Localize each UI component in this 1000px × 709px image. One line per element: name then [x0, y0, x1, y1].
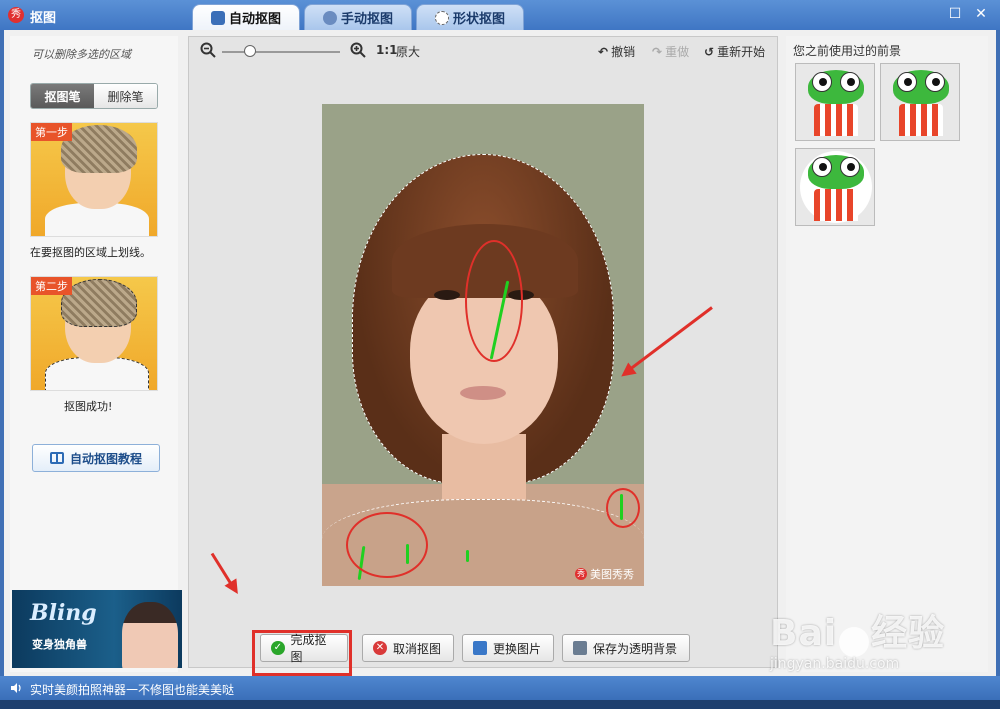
- zoom-out-icon[interactable]: [200, 42, 216, 58]
- frog-head: [808, 70, 864, 104]
- book-icon: [49, 452, 64, 464]
- redo-label: 重做: [665, 45, 690, 59]
- edit-photo[interactable]: 秀 美图秀秀: [322, 104, 644, 586]
- frog-eye: [812, 72, 832, 92]
- frog-head: [893, 70, 949, 104]
- paw-icon: [839, 626, 870, 657]
- step2-tag: 第二步: [31, 277, 72, 295]
- zoom-slider-track[interactable]: [222, 51, 340, 53]
- left-eye: [434, 290, 460, 300]
- redo-icon: ↷: [652, 44, 663, 59]
- photo-watermark: 秀 美图秀秀: [575, 566, 634, 582]
- frog-eye: [840, 157, 860, 177]
- cutout-pen-button[interactable]: 抠图笔: [31, 84, 94, 108]
- step1-tag: 第一步: [31, 123, 72, 141]
- status-bar: 实时美颜拍照神器一不修图也能美美哒: [0, 676, 1000, 700]
- frog-eye: [840, 72, 860, 92]
- replace-image-button[interactable]: 更换图片: [462, 634, 554, 662]
- tutorial-label: 自动抠图教程: [69, 451, 142, 466]
- gear-icon: [323, 10, 338, 25]
- baby-hat: [61, 279, 137, 327]
- frog-eye: [925, 72, 945, 92]
- status-promo-text[interactable]: 实时美颜拍照神器一不修图也能美美哒: [30, 681, 234, 698]
- redo-button[interactable]: ↷ 重做: [652, 43, 689, 60]
- original-size-label[interactable]: 原大: [396, 43, 420, 60]
- mode-tabs: 自动抠图 手动抠图 形状抠图: [192, 4, 525, 30]
- tab-label: 形状抠图: [453, 12, 506, 27]
- meitu-logo-icon: 秀: [575, 568, 587, 580]
- frog-head: [808, 155, 864, 189]
- zoom-slider-knob[interactable]: [244, 45, 256, 57]
- foreground-thumbnail[interactable]: [795, 148, 875, 226]
- step1-example-image: 第一步: [30, 122, 158, 237]
- window-titlebar: 秀 抠图 自动抠图 手动抠图 形状抠图 ☐ ✕: [0, 0, 1000, 30]
- watermark-text: 美图秀秀: [590, 568, 634, 581]
- speaker-icon[interactable]: [10, 682, 22, 694]
- save-transparent-label: 保存为透明背景: [593, 641, 678, 656]
- replace-label: 更换图片: [493, 641, 542, 656]
- frog-eye: [812, 157, 832, 177]
- tab-label: 自动抠图: [229, 12, 282, 27]
- step2-example-image: 第二步: [30, 276, 158, 391]
- delete-pen-button[interactable]: 删除笔: [94, 84, 157, 108]
- annotation-circle: [346, 512, 428, 578]
- annotation-highlight-box: [252, 630, 352, 676]
- tab-manual-cutout[interactable]: 手动抠图: [304, 4, 413, 30]
- cancel-icon: ✕: [373, 641, 387, 655]
- tab-shape-cutout[interactable]: 形状抠图: [416, 4, 525, 30]
- ad-title: Bling: [30, 600, 97, 626]
- ad-banner[interactable]: Bling 变身独角兽: [12, 590, 182, 668]
- annotation-circle: [606, 488, 640, 528]
- cutout-stroke: [466, 550, 469, 562]
- maximize-button[interactable]: ☐: [946, 5, 964, 23]
- restart-icon: ↺: [704, 44, 715, 59]
- undo-icon: ↶: [598, 44, 609, 59]
- os-taskbar: [0, 700, 1000, 709]
- undo-label: 撤销: [611, 45, 636, 59]
- step1-caption: 在要抠图的区域上划线。: [30, 246, 151, 259]
- step2-caption: 抠图成功!: [64, 400, 113, 413]
- frog-eye: [897, 72, 917, 92]
- baidu-watermark: Bai 经验 jingyan.baidu.com: [770, 604, 946, 672]
- ad-subtitle: 变身独角兽: [32, 638, 87, 651]
- cancel-cutout-button[interactable]: ✕ 取消抠图: [362, 634, 454, 662]
- close-button[interactable]: ✕: [972, 5, 990, 23]
- save-transparent-button[interactable]: 保存为透明背景: [562, 634, 690, 662]
- canvas-toolbar: 1:1 原大 ↶ 撤销 ↷ 重做 ↺ 重新开始: [200, 42, 770, 62]
- tab-auto-cutout[interactable]: 自动抠图: [192, 4, 301, 30]
- brush-icon: [211, 10, 225, 25]
- restart-label: 重新开始: [717, 45, 766, 59]
- window-title: 抠图: [30, 11, 57, 26]
- foreground-thumbnail[interactable]: [880, 63, 960, 141]
- lips: [460, 386, 506, 400]
- shape-icon: [435, 10, 450, 25]
- baidu-url: jingyan.baidu.com: [770, 656, 900, 672]
- delete-hint-text: 可以删除多选的区域: [32, 48, 131, 61]
- tab-label: 手动抠图: [341, 12, 394, 27]
- restart-button[interactable]: ↺ 重新开始: [704, 43, 765, 60]
- undo-button[interactable]: ↶ 撤销: [598, 43, 635, 60]
- frog-body: [814, 104, 858, 136]
- zoom-ratio[interactable]: 1:1: [376, 43, 398, 57]
- zoom-in-icon[interactable]: [350, 42, 366, 58]
- baidu-jingyan-text: 经验: [871, 613, 946, 654]
- app-logo-icon: 秀: [8, 7, 24, 23]
- frog-body: [899, 104, 943, 136]
- tutorial-button[interactable]: 自动抠图教程: [32, 444, 160, 472]
- baidu-logo-text: Bai: [770, 613, 838, 654]
- image-icon: [473, 641, 487, 655]
- save-disk-icon: [573, 641, 587, 655]
- baby-hat: [61, 125, 137, 173]
- frog-body: [814, 189, 858, 221]
- cancel-label: 取消抠图: [393, 641, 442, 656]
- pen-toggle: 抠图笔 删除笔: [30, 83, 158, 109]
- annotation-circle: [465, 240, 523, 362]
- ad-model-image: [122, 602, 178, 668]
- previous-foregrounds-title: 您之前使用过的前景: [793, 44, 902, 58]
- foreground-thumbnail[interactable]: [795, 63, 875, 141]
